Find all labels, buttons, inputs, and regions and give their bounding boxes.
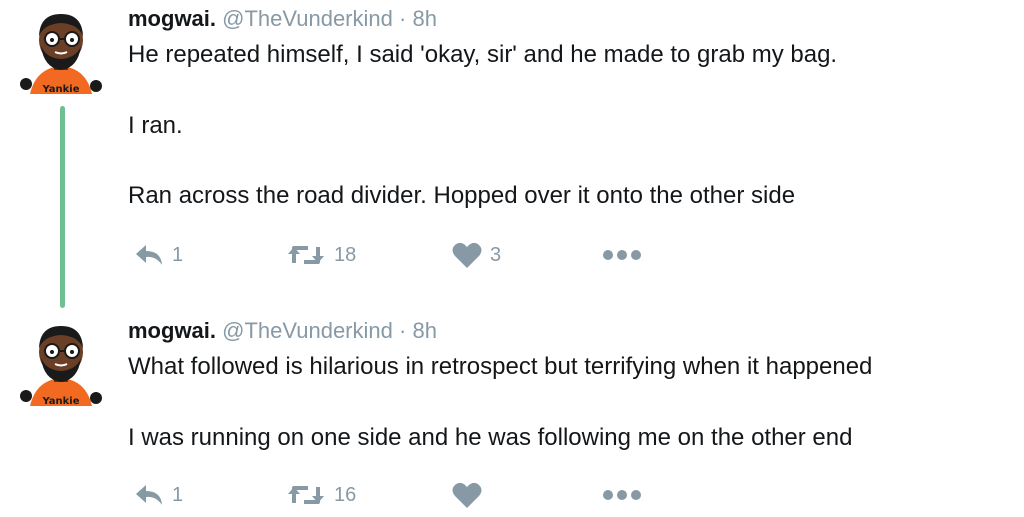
tweet-header: mogwai. @TheVunderkind · 8h xyxy=(128,318,437,344)
more-button[interactable] xyxy=(602,480,642,510)
retweet-icon xyxy=(288,486,324,504)
tweet-text-line: I ran. xyxy=(128,112,183,139)
like-button[interactable]: 3 xyxy=(452,240,501,270)
reply-button[interactable]: 1 xyxy=(134,240,183,270)
avatar-shirt-text: Yankie xyxy=(41,396,79,407)
more-button[interactable] xyxy=(602,240,642,270)
reply-icon xyxy=(136,485,162,505)
tweet-header: mogwai. @TheVunderkind · 8h xyxy=(128,6,437,32)
heart-icon xyxy=(452,482,482,508)
like-count: 3 xyxy=(490,243,502,266)
display-name[interactable]: mogwai. xyxy=(128,6,216,31)
tweet-2[interactable]: Yankie mogwai. @TheVunderkind · 8h What … xyxy=(0,312,1024,517)
avatar[interactable]: Yankie xyxy=(16,318,106,408)
tweet-actions: 1 16 xyxy=(134,480,654,510)
retweet-icon xyxy=(288,246,324,264)
tweet-text-line: I was running on one side and he was fol… xyxy=(128,424,853,451)
tweet-text-line: He repeated himself, I said 'okay, sir' … xyxy=(128,41,838,68)
display-name[interactable]: mogwai. xyxy=(128,318,216,343)
more-icon xyxy=(603,490,641,500)
tweet-text-line: What followed is hilarious in retrospect… xyxy=(128,353,873,380)
tweet-text-line: Ran across the road divider. Hopped over… xyxy=(128,182,796,209)
user-handle[interactable]: @TheVunderkind xyxy=(222,6,393,31)
more-icon xyxy=(603,250,641,260)
retweet-button[interactable]: 16 xyxy=(286,480,356,510)
heart-icon xyxy=(452,242,482,268)
retweet-count: 16 xyxy=(334,483,357,506)
reply-icon xyxy=(136,245,162,265)
separator: · xyxy=(399,6,407,31)
retweet-count: 18 xyxy=(334,243,357,266)
tweet-1[interactable]: Yankie mogwai. @TheVunderkind · 8h He re… xyxy=(0,0,1024,300)
reply-count: 1 xyxy=(172,243,184,266)
avatar[interactable]: Yankie xyxy=(16,6,106,96)
avatar-shirt-text: Yankie xyxy=(41,84,79,95)
tweet-actions: 1 18 3 xyxy=(134,240,654,270)
user-handle[interactable]: @TheVunderkind xyxy=(222,318,393,343)
retweet-button[interactable]: 18 xyxy=(286,240,356,270)
like-button[interactable] xyxy=(452,480,490,510)
thread-connector-line xyxy=(60,106,65,308)
separator: · xyxy=(399,318,407,343)
timestamp[interactable]: 8h xyxy=(412,318,436,343)
reply-count: 1 xyxy=(172,483,184,506)
timestamp[interactable]: 8h xyxy=(412,6,436,31)
reply-button[interactable]: 1 xyxy=(134,480,183,510)
